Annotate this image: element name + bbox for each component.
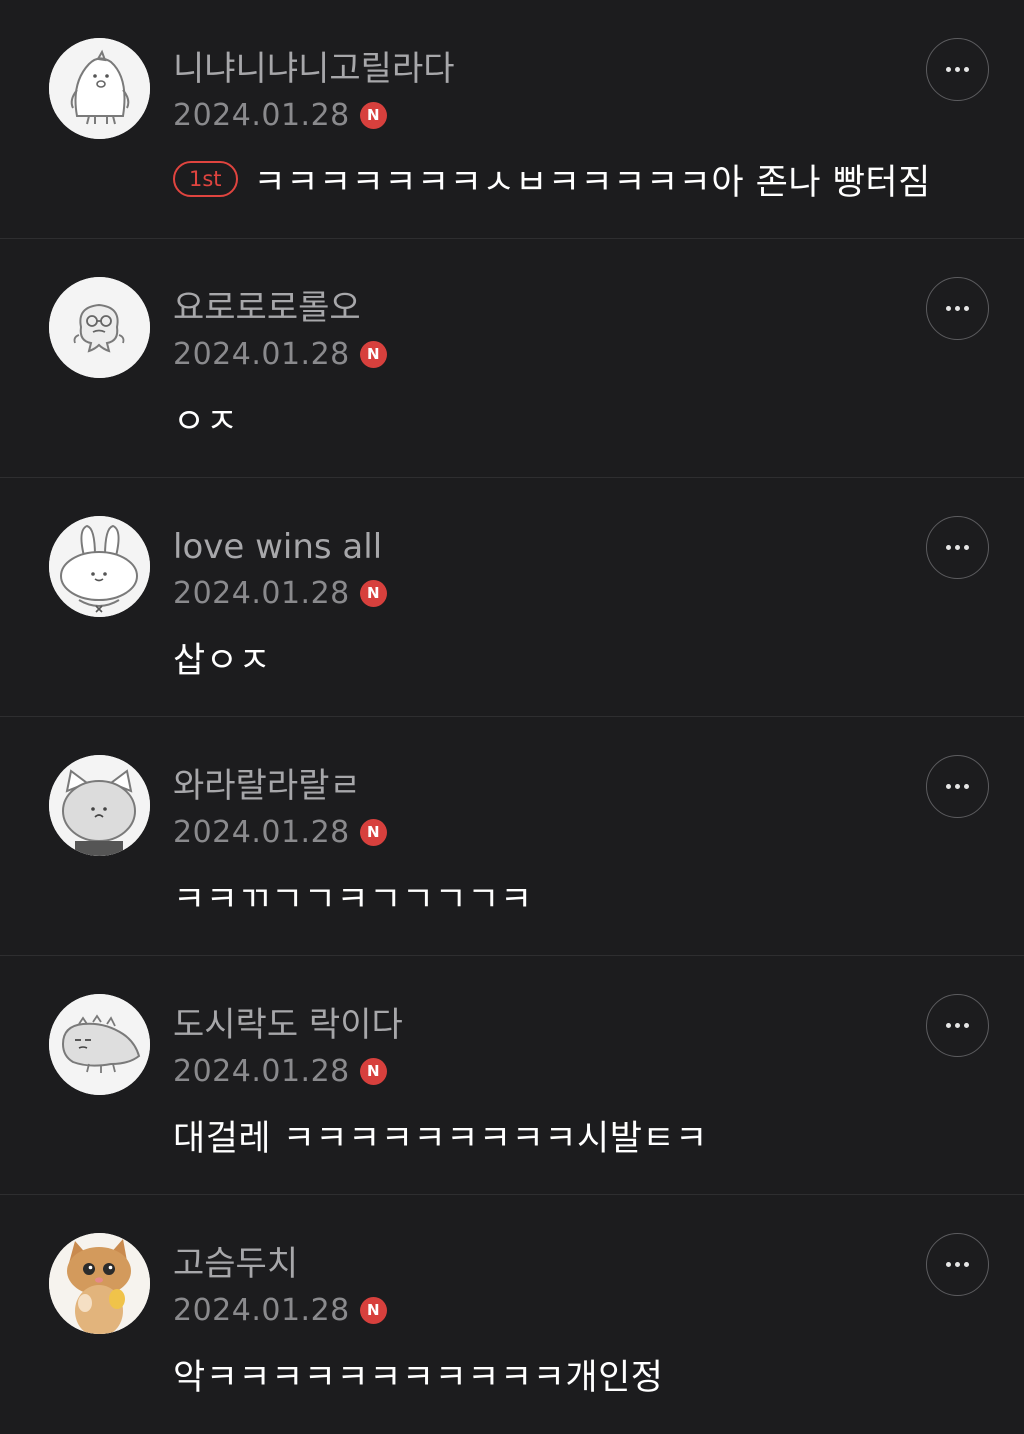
penguin-avatar-icon — [49, 38, 150, 139]
nickname[interactable]: love wins all — [173, 524, 382, 570]
comment-body: ㅇㅈ — [173, 393, 238, 443]
kitten-photo-avatar-icon — [49, 1233, 150, 1334]
avatar[interactable] — [49, 516, 150, 617]
new-badge: N — [359, 579, 387, 607]
new-badge: N — [359, 1057, 387, 1085]
comment-text: 삽ㅇㅈ — [173, 640, 272, 681]
rank-badge: 1st — [173, 161, 238, 197]
comment-body: 악ㅋㅋㅋㅋㅋㅋㅋㅋㅋㅋㅋ개인정 — [173, 1349, 664, 1399]
nickname[interactable]: 니냐니냐니고릴라다 — [173, 46, 455, 92]
comment-body: 대걸레 ㅋㅋㅋㅋㅋㅋㅋㅋㅋ시발ㅌㅋ — [173, 1110, 708, 1160]
comment-meta: 2024.01.28 N — [173, 93, 387, 137]
comment-item: 고슴두치 2024.01.28 N 악ㅋㅋㅋㅋㅋㅋㅋㅋㅋㅋㅋ개인정 — [0, 1195, 1024, 1434]
comment-item: 요로로로롤오 2024.01.28 N ㅇㅈ — [0, 239, 1024, 478]
comment-date: 2024.01.28 — [173, 1053, 350, 1089]
comment-body: ㅋㅋㄲㄱㄱㅋㄱㄱㄱㄱㅋ — [173, 871, 533, 921]
avatar[interactable] — [49, 1233, 150, 1334]
avatar[interactable] — [49, 277, 150, 378]
comment-item: love wins all 2024.01.28 N 삽ㅇㅈ — [0, 478, 1024, 717]
new-badge: N — [359, 818, 387, 846]
lizard-avatar-icon — [49, 994, 150, 1095]
more-options-button[interactable] — [926, 994, 989, 1057]
comment-text: 대걸레 ㅋㅋㅋㅋㅋㅋㅋㅋㅋ시발ㅌㅋ — [173, 1118, 708, 1159]
comment-text: ㅇㅈ — [173, 401, 239, 442]
comment-text: ㅋㅋㅋㅋㅋㅋㅋㅅㅂㅋㅋㅋㅋㅋ아 존나 빵터짐 — [253, 162, 931, 203]
avatar[interactable] — [49, 755, 150, 856]
bunny-avatar-icon — [49, 516, 150, 617]
ellipsis-icon — [946, 784, 951, 789]
ellipsis-icon — [946, 1023, 951, 1028]
blob-character-avatar-icon — [49, 277, 150, 378]
comment-body: 1st ㅋㅋㅋㅋㅋㅋㅋㅅㅂㅋㅋㅋㅋㅋ아 존나 빵터짐 — [173, 154, 931, 204]
comment-meta: 2024.01.28 N — [173, 1049, 387, 1093]
avatar[interactable] — [49, 994, 150, 1095]
comment-item: 와라랄라랄ㄹ 2024.01.28 N ㅋㅋㄲㄱㄱㅋㄱㄱㄱㄱㅋ — [0, 717, 1024, 956]
comment-meta: 2024.01.28 N — [173, 810, 387, 854]
more-options-button[interactable] — [926, 516, 989, 579]
new-badge: N — [359, 1296, 387, 1324]
comment-list: 니냐니냐니고릴라다 2024.01.28 N 1st ㅋㅋㅋㅋㅋㅋㅋㅅㅂㅋㅋㅋㅋ… — [0, 0, 1024, 1434]
comment-body: 삽ㅇㅈ — [173, 632, 271, 682]
ellipsis-icon — [946, 67, 951, 72]
more-options-button[interactable] — [926, 277, 989, 340]
ellipsis-icon — [946, 1262, 951, 1267]
comment-item: 도시락도 락이다 2024.01.28 N 대걸레 ㅋㅋㅋㅋㅋㅋㅋㅋㅋ시발ㅌㅋ — [0, 956, 1024, 1195]
comment-meta: 2024.01.28 N — [173, 571, 387, 615]
comment-date: 2024.01.28 — [173, 575, 350, 611]
new-badge: N — [359, 340, 387, 368]
more-options-button[interactable] — [926, 755, 989, 818]
comment-text: 악ㅋㅋㅋㅋㅋㅋㅋㅋㅋㅋㅋ개인정 — [173, 1357, 664, 1398]
comment-text: ㅋㅋㄲㄱㄱㅋㄱㄱㄱㄱㅋ — [173, 879, 533, 920]
comment-meta: 2024.01.28 N — [173, 332, 387, 376]
more-options-button[interactable] — [926, 1233, 989, 1296]
nickname[interactable]: 고슴두치 — [173, 1241, 298, 1287]
new-badge: N — [359, 101, 387, 129]
comment-date: 2024.01.28 — [173, 336, 350, 372]
avatar[interactable] — [49, 38, 150, 139]
cat-avatar-icon — [49, 755, 150, 856]
more-options-button[interactable] — [926, 38, 989, 101]
comment-date: 2024.01.28 — [173, 814, 350, 850]
nickname[interactable]: 도시락도 락이다 — [173, 1002, 403, 1048]
comment-item: 니냐니냐니고릴라다 2024.01.28 N 1st ㅋㅋㅋㅋㅋㅋㅋㅅㅂㅋㅋㅋㅋ… — [0, 0, 1024, 239]
ellipsis-icon — [946, 306, 951, 311]
nickname[interactable]: 와라랄라랄ㄹ — [173, 763, 361, 809]
comment-date: 2024.01.28 — [173, 97, 350, 133]
nickname[interactable]: 요로로로롤오 — [173, 285, 361, 331]
comment-meta: 2024.01.28 N — [173, 1288, 387, 1332]
ellipsis-icon — [946, 545, 951, 550]
comment-date: 2024.01.28 — [173, 1292, 350, 1328]
